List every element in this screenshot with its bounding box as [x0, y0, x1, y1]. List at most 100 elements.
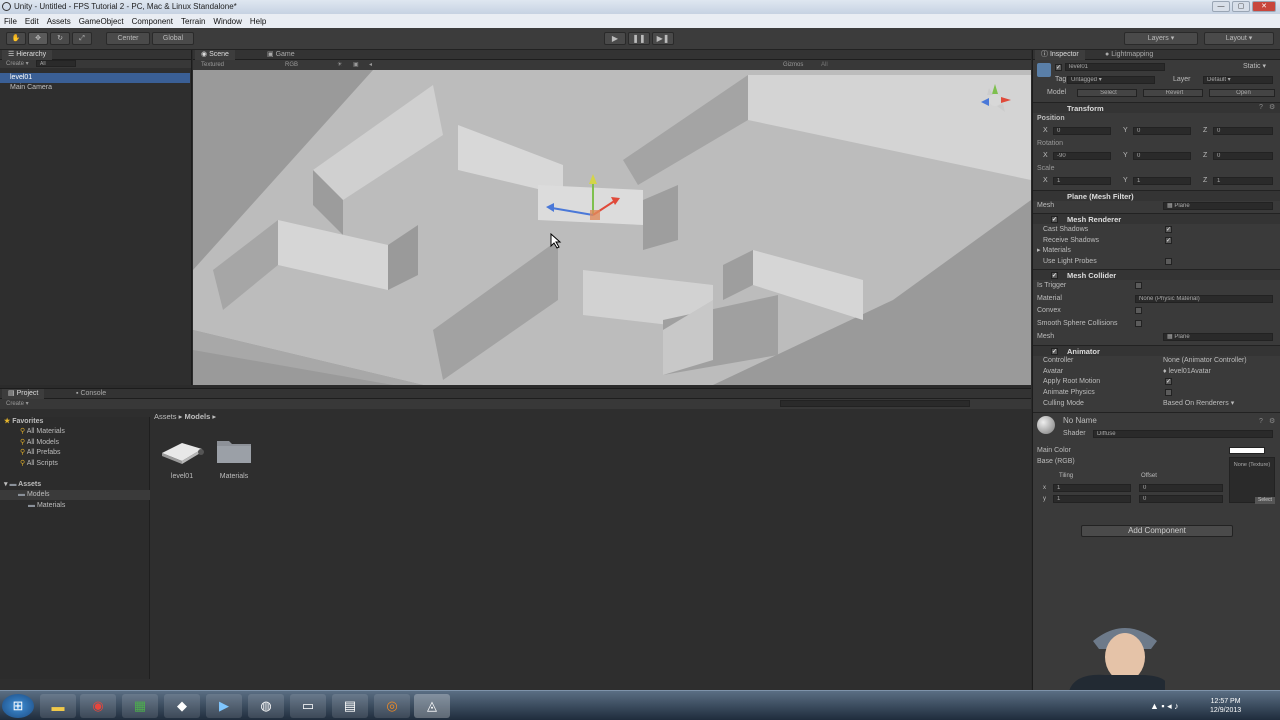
model-revert-button[interactable]: Revert [1143, 89, 1203, 97]
tab-project[interactable]: ▤ Project [2, 389, 45, 399]
object-name-input[interactable]: level01 [1065, 63, 1165, 71]
cast-shadows-checkbox[interactable]: ✓ [1165, 226, 1172, 233]
animate-physics-checkbox[interactable] [1165, 389, 1172, 396]
start-button[interactable]: ⊞ [2, 694, 34, 718]
layers-dropdown[interactable]: Layers ▾ [1124, 32, 1198, 45]
minimize-button[interactable]: — [1212, 1, 1230, 12]
assets-foldout[interactable]: ▾ ▬ Assets [0, 480, 150, 490]
scene-orientation-gizmo[interactable] [975, 80, 1015, 120]
taskbar-files[interactable]: ▤ [332, 694, 368, 718]
taskbar-chrome[interactable]: ◉ [80, 694, 116, 718]
menu-gameobject[interactable]: GameObject [79, 17, 124, 26]
taskbar-blender[interactable]: ◎ [374, 694, 410, 718]
culling-mode-dropdown[interactable]: Based On Renderers ▾ [1163, 399, 1273, 409]
model-open-button[interactable]: Open [1209, 89, 1275, 97]
mesh-collider-header[interactable]: ✓ Mesh Collider [1033, 269, 1280, 280]
mesh-filter-mesh-field[interactable]: ▦ Plane [1163, 202, 1273, 210]
apply-root-motion-checkbox[interactable]: ✓ [1165, 378, 1172, 385]
favorite-item[interactable]: ⚲ All Models [0, 438, 150, 448]
menu-component[interactable]: Component [132, 17, 173, 26]
pivot-space-toggle[interactable]: Global [152, 32, 194, 45]
tab-console[interactable]: ▪ Console [70, 389, 112, 399]
offset-y-field[interactable]: 0 [1139, 495, 1223, 503]
hierarchy-item[interactable]: level01 [0, 73, 190, 83]
tray-icons[interactable]: ▲ ▪ ◂ ♪ [1150, 701, 1179, 712]
tiling-y-field[interactable]: 1 [1053, 495, 1131, 503]
menu-edit[interactable]: Edit [25, 17, 39, 26]
tab-lightmapping[interactable]: ● Lightmapping [1099, 50, 1159, 60]
convex-checkbox[interactable] [1135, 307, 1142, 314]
scale-x-field[interactable]: 1 [1053, 177, 1111, 185]
tree-folder[interactable]: ▬ Models [0, 490, 150, 500]
menu-help[interactable]: Help [250, 17, 266, 26]
render-mode-dropdown[interactable]: Textured [201, 60, 224, 70]
play-button[interactable]: ▶ [604, 32, 626, 45]
gizmos-search-input[interactable]: All [821, 60, 828, 70]
layout-dropdown[interactable]: Layout ▾ [1204, 32, 1274, 45]
controller-field[interactable]: None (Animator Controller) [1163, 356, 1278, 366]
materials-foldout[interactable]: ▸ Materials [1037, 246, 1277, 256]
menu-file[interactable]: File [4, 17, 17, 26]
main-color-swatch[interactable] [1229, 447, 1265, 454]
tiling-x-field[interactable]: 1 [1053, 484, 1131, 492]
gear-icon[interactable]: ⚙ [1269, 418, 1276, 425]
rotation-y-field[interactable]: 0 [1133, 152, 1191, 160]
pause-button[interactable]: ❚❚ [628, 32, 650, 45]
taskbar-tool[interactable]: ◍ [248, 694, 284, 718]
favorite-item[interactable]: ⚲ All Prefabs [0, 448, 150, 458]
maximize-button[interactable]: ▢ [1232, 1, 1250, 12]
mesh-filter-header[interactable]: Plane (Mesh Filter) [1033, 190, 1280, 201]
tab-game[interactable]: ▣ Game [261, 50, 301, 60]
use-light-probes-checkbox[interactable] [1165, 258, 1172, 265]
move-gizmo[interactable] [538, 170, 628, 230]
animator-header[interactable]: ✓ Animator [1033, 345, 1280, 356]
model-select-button[interactable]: Select [1077, 89, 1137, 97]
favorite-item[interactable]: ⚲ All Scripts [0, 459, 150, 469]
hierarchy-search-input[interactable]: All [36, 60, 76, 67]
animator-enabled-checkbox[interactable]: ✓ [1051, 348, 1058, 355]
collider-material-field[interactable]: None (Physic Material) [1135, 295, 1273, 303]
static-checkbox[interactable]: Static ▾ [1243, 62, 1280, 72]
breadcrumb-assets[interactable]: Assets [154, 412, 177, 421]
pivot-mode-toggle[interactable]: Center [106, 32, 150, 45]
transform-header[interactable]: Transform [1033, 102, 1280, 113]
project-search-input[interactable] [780, 400, 970, 407]
hierarchy-create-button[interactable]: Create [6, 61, 24, 67]
asset-item[interactable]: Materials [212, 433, 256, 485]
rotate-tool-button[interactable]: ↻ [50, 32, 70, 45]
scale-z-field[interactable]: 1 [1213, 177, 1273, 185]
is-trigger-checkbox[interactable] [1135, 282, 1142, 289]
help-icon[interactable]: ? [1259, 418, 1266, 425]
help-icon[interactable]: ? [1259, 104, 1266, 111]
asset-item[interactable]: level01 [160, 433, 204, 485]
mesh-collider-enabled-checkbox[interactable]: ✓ [1051, 272, 1058, 279]
scale-y-field[interactable]: 1 [1133, 177, 1191, 185]
tab-inspector[interactable]: ⓘ Inspector [1035, 50, 1085, 60]
hand-tool-button[interactable]: ✋ [6, 32, 26, 45]
gear-icon[interactable]: ⚙ [1269, 104, 1276, 111]
menu-window[interactable]: Window [213, 17, 241, 26]
breadcrumb-models[interactable]: Models [184, 412, 210, 421]
taskbar-excel[interactable]: ▦ [122, 694, 158, 718]
active-checkbox[interactable]: ✓ [1055, 64, 1062, 71]
move-tool-button[interactable]: ✥ [28, 32, 48, 45]
avatar-field[interactable]: ♦ level01Avatar [1163, 367, 1273, 377]
scene-viewport[interactable] [193, 70, 1031, 385]
step-button[interactable]: ▶❚ [652, 32, 674, 45]
tag-dropdown[interactable]: Untagged ▾ [1067, 76, 1155, 84]
taskbar-app[interactable]: ◆ [164, 694, 200, 718]
position-y-field[interactable]: 0 [1133, 127, 1191, 135]
project-create-button[interactable]: Create [6, 401, 24, 407]
smooth-sphere-checkbox[interactable] [1135, 320, 1142, 327]
tray-clock[interactable]: 12:57 PM 12/9/2013 [1210, 697, 1241, 715]
shader-dropdown[interactable]: Diffuse [1093, 430, 1273, 438]
taskbar-terminal[interactable]: ▭ [290, 694, 326, 718]
collider-mesh-field[interactable]: ▦ Plane [1163, 333, 1273, 341]
offset-x-field[interactable]: 0 [1139, 484, 1223, 492]
color-mode-dropdown[interactable]: RGB [285, 60, 298, 70]
position-x-field[interactable]: 0 [1053, 127, 1111, 135]
close-button[interactable]: ✕ [1252, 1, 1276, 12]
scene-audio-toggle[interactable]: ◂ [369, 60, 372, 70]
texture-select-button[interactable]: Select [1255, 497, 1275, 504]
receive-shadows-checkbox[interactable]: ✓ [1165, 237, 1172, 244]
